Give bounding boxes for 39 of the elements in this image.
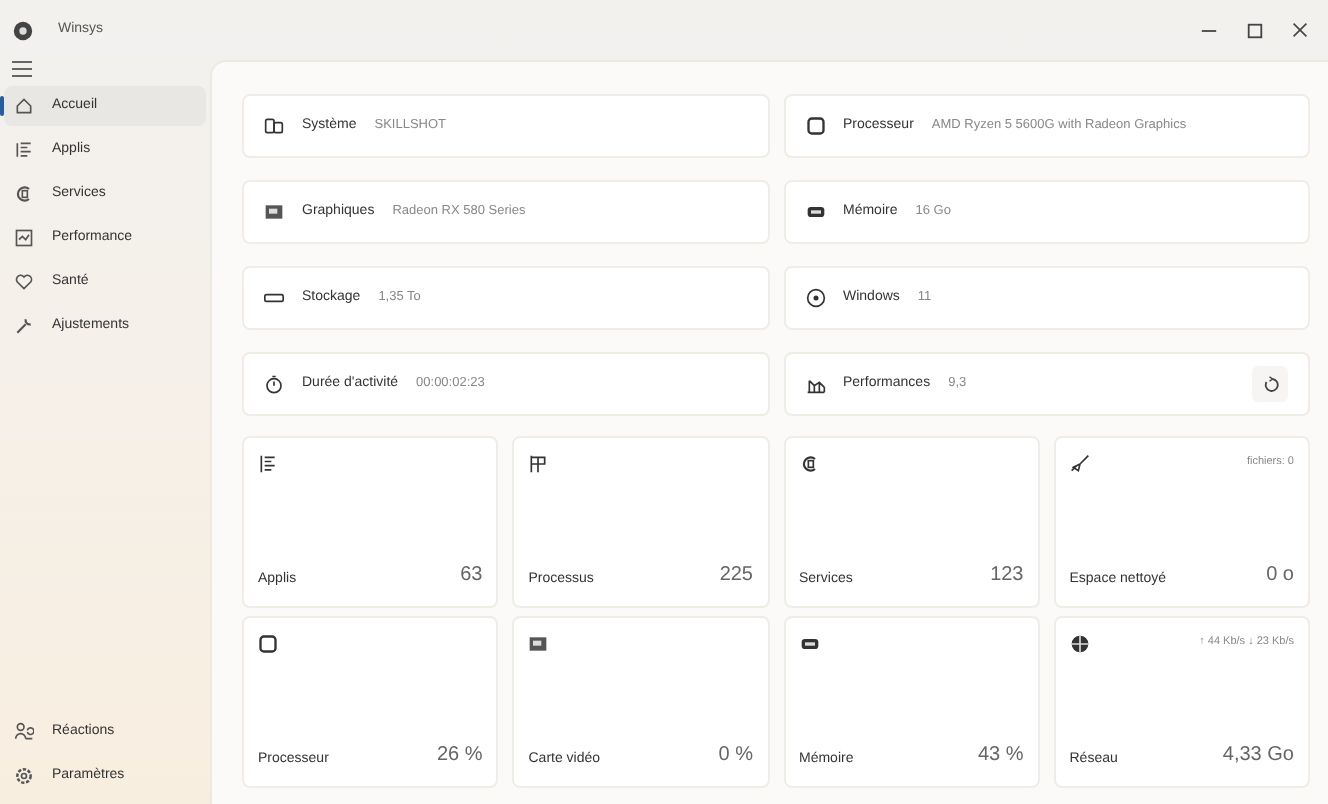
tile-value: 63: [460, 562, 483, 590]
refresh-button[interactable]: [1252, 366, 1288, 402]
tile-value: 43 %: [977, 742, 1024, 770]
tile-value: 225: [719, 562, 753, 590]
computer-icon: [264, 116, 284, 136]
windows-circle-icon: [805, 288, 825, 308]
heart-icon: [14, 272, 34, 292]
graphics-card-icon: [264, 202, 284, 222]
menu-icon[interactable]: [12, 60, 32, 78]
broom-icon: [1069, 454, 1090, 474]
stopwatch-icon: [264, 374, 284, 394]
refresh-icon: [1261, 375, 1279, 393]
people-icon: [14, 722, 34, 742]
tile-value: 26 %: [436, 742, 483, 770]
chip-icon: [258, 634, 278, 654]
home-icon: [14, 96, 34, 116]
chart-box-icon: [14, 228, 34, 248]
list-icon: [258, 454, 278, 474]
globe-icon: [1069, 634, 1090, 654]
process-icon: [528, 454, 549, 474]
list-icon: [14, 140, 34, 160]
services-icon: [14, 184, 34, 204]
tile-value: 4,33 Go: [1222, 742, 1294, 770]
memory-icon: [799, 634, 819, 654]
tile-value: 0 o: [1266, 562, 1294, 590]
close-icon[interactable]: [1292, 22, 1308, 38]
drive-icon: [264, 288, 284, 308]
settings-icon: [14, 766, 34, 786]
bar-chart-icon: [805, 374, 825, 394]
wrench-icon: [14, 316, 34, 336]
graphics-card-icon: [528, 634, 549, 654]
app-logo-icon: [12, 19, 34, 41]
selection-indicator: [0, 96, 4, 116]
chip-icon: [805, 116, 825, 136]
tile-value: 123: [990, 562, 1024, 590]
services-icon: [799, 454, 819, 474]
tile-value: 0 %: [718, 742, 753, 770]
memory-icon: [805, 202, 825, 222]
maximize-icon[interactable]: [1246, 21, 1264, 39]
